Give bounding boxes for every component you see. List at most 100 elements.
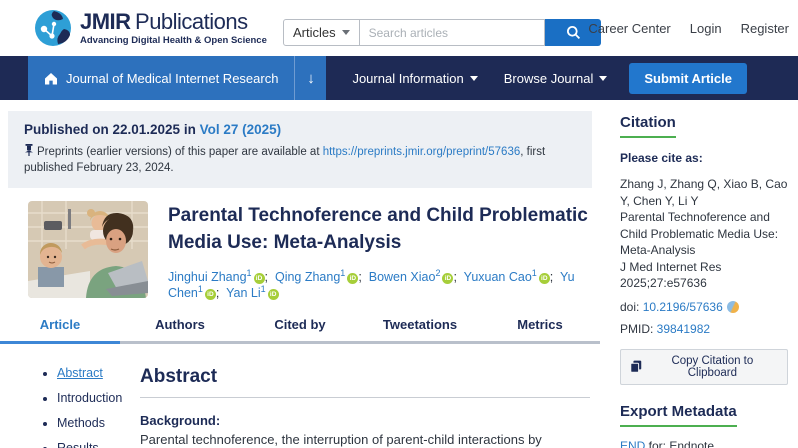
export-format-list: END for: EndnoteBibTeX for: BibDesk, LaT…	[620, 438, 788, 448]
citation-line: Zhang J, Zhang Q, Xiao B, Cao Y, Chen Y,…	[620, 176, 788, 209]
tab-authors[interactable]: Authors	[120, 317, 240, 344]
author-list: Jinghui Zhang1iD; Qing Zhang1iD; Bowen X…	[168, 268, 592, 300]
abstract-heading: Abstract	[140, 366, 590, 398]
jmir-logo[interactable]: JMIR Publications Advancing Digital Heal…	[34, 9, 267, 47]
toc-link[interactable]: Methods	[57, 416, 105, 430]
author-affiliation: 1	[261, 284, 266, 294]
copy-citation-button[interactable]: Copy Citation to Clipboard	[620, 349, 788, 385]
home-icon	[44, 72, 58, 85]
brand-suffix: Publications	[135, 9, 248, 34]
article-tabs: ArticleAuthorsCited byTweetationsMetrics	[0, 317, 600, 344]
journal-information-label: Journal Information	[352, 71, 463, 86]
pmid-line: PMID: 39841982	[620, 322, 788, 336]
author-affiliation: 1	[247, 268, 252, 278]
published-prefix: Published on 22.01.2025 in	[24, 122, 200, 137]
globe-logo-icon	[34, 9, 72, 47]
browse-journal-label: Browse Journal	[504, 71, 594, 86]
author-link[interactable]: Qing Zhang	[275, 270, 340, 284]
down-arrow-icon: ↓	[307, 70, 315, 87]
toc-link[interactable]: Results	[57, 441, 99, 448]
journal-home-tab[interactable]: Journal of Medical Internet Research	[28, 56, 294, 100]
search-bar: Articles	[283, 19, 601, 46]
background-text: Parental technoference, the interruption…	[140, 431, 590, 448]
citation-text: Zhang J, Zhang Q, Xiao B, Cao Y, Chen Y,…	[620, 176, 788, 292]
author-link[interactable]: Yan Li	[226, 286, 261, 300]
author-link[interactable]: Jinghui Zhang	[168, 270, 247, 284]
chevron-down-icon	[470, 76, 478, 81]
main-content: Published on 22.01.2025 in Vol 27 (2025)…	[0, 100, 604, 448]
toc-link[interactable]: Abstract	[57, 366, 103, 380]
chevron-down-icon	[342, 30, 350, 35]
author-link[interactable]: Yuxuan Cao	[464, 270, 532, 284]
pin-icon	[24, 144, 34, 156]
copy-icon	[630, 360, 642, 373]
citation-line: Parental Technoference and Child Problem…	[620, 209, 788, 259]
header-links: Career Center Login Register	[588, 21, 789, 36]
volume-link[interactable]: Vol 27 (2025)	[200, 122, 282, 137]
search-scope-dropdown[interactable]: Articles	[283, 19, 360, 46]
tab-cited-by[interactable]: Cited by	[240, 317, 360, 344]
citation-line: J Med Internet Res 2025;27:e57636	[620, 259, 788, 292]
login-link[interactable]: Login	[690, 21, 722, 36]
search-scope-label: Articles	[293, 25, 336, 40]
published-line: Published on 22.01.2025 in Vol 27 (2025)	[24, 122, 576, 137]
background-label: Background:	[140, 413, 590, 428]
orcid-icon[interactable]: iD	[268, 289, 279, 300]
abstract-section: Abstract Background: Parental technofere…	[140, 366, 604, 448]
toc-link[interactable]: Introduction	[57, 391, 122, 405]
article-body: AbstractIntroductionMethodsResultsDiscus…	[0, 366, 604, 448]
journal-switch-arrow[interactable]: ↓	[294, 56, 326, 100]
crossref-icon[interactable]	[727, 301, 739, 313]
pmid-link[interactable]: 39841982	[657, 322, 710, 336]
author-link[interactable]: Bowen Xiao	[369, 270, 436, 284]
author-affiliation: 1	[198, 284, 203, 294]
cite-as-label: Please cite as:	[620, 151, 788, 165]
pmid-label: PMID:	[620, 322, 657, 336]
doi-line: doi: 10.2196/57636	[620, 300, 788, 314]
orcid-icon[interactable]: iD	[347, 273, 358, 284]
orcid-icon[interactable]: iD	[442, 273, 453, 284]
preprint-note: Preprints (earlier versions) of this pap…	[24, 144, 576, 176]
citation-heading: Citation	[620, 114, 676, 138]
author-affiliation: 1	[532, 268, 537, 278]
toc-item-abstract[interactable]: Abstract	[57, 366, 140, 380]
copy-citation-label: Copy Citation to Clipboard	[647, 355, 778, 379]
submit-article-button[interactable]: Submit Article	[629, 63, 747, 94]
export-format-row: END for: Endnote	[620, 438, 788, 448]
orcid-icon[interactable]: iD	[254, 273, 265, 284]
doi-link[interactable]: 10.2196/57636	[643, 300, 723, 314]
toc-item-results[interactable]: Results	[57, 441, 140, 448]
table-of-contents: AbstractIntroductionMethodsResultsDiscus…	[0, 366, 140, 448]
site-header: JMIR Publications Advancing Digital Heal…	[0, 0, 798, 56]
author-affiliation: 1	[340, 268, 345, 278]
search-input[interactable]	[360, 19, 545, 46]
orcid-icon[interactable]: iD	[205, 289, 216, 300]
citation-sidebar: Citation Please cite as: Zhang J, Zhang …	[606, 100, 798, 448]
tab-article[interactable]: Article	[0, 317, 120, 344]
tab-metrics[interactable]: Metrics	[480, 317, 600, 344]
tab-tweetations[interactable]: Tweetations	[360, 317, 480, 344]
author-affiliation: 2	[435, 268, 440, 278]
export-metadata-heading: Export Metadata	[620, 403, 737, 427]
published-banner: Published on 22.01.2025 in Vol 27 (2025)…	[8, 111, 592, 188]
journal-home-label: Journal of Medical Internet Research	[66, 71, 278, 86]
article-header: Parental Technoference and Child Problem…	[28, 201, 592, 300]
toc-item-introduction[interactable]: Introduction	[57, 391, 140, 405]
career-center-link[interactable]: Career Center	[588, 21, 670, 36]
chevron-down-icon	[599, 76, 607, 81]
export-end-link[interactable]: END	[620, 439, 645, 448]
journal-information-menu[interactable]: Journal Information	[352, 56, 477, 100]
article-thumbnail-image	[28, 201, 148, 298]
orcid-icon[interactable]: iD	[539, 273, 550, 284]
register-link[interactable]: Register	[741, 21, 789, 36]
preprint-url-link[interactable]: https://preprints.jmir.org/preprint/5763…	[323, 146, 521, 158]
brand-name: JMIR	[80, 9, 131, 34]
browse-journal-menu[interactable]: Browse Journal	[504, 56, 608, 100]
doi-label: doi:	[620, 300, 643, 314]
preprint-prefix: Preprints (earlier versions) of this pap…	[37, 146, 323, 158]
brand-tagline: Advancing Digital Health & Open Science	[80, 35, 267, 46]
toc-item-methods[interactable]: Methods	[57, 416, 140, 430]
article-title: Parental Technoference and Child Problem…	[168, 203, 592, 257]
journal-navbar: Journal of Medical Internet Research ↓ J…	[0, 56, 798, 100]
search-icon	[566, 25, 581, 40]
